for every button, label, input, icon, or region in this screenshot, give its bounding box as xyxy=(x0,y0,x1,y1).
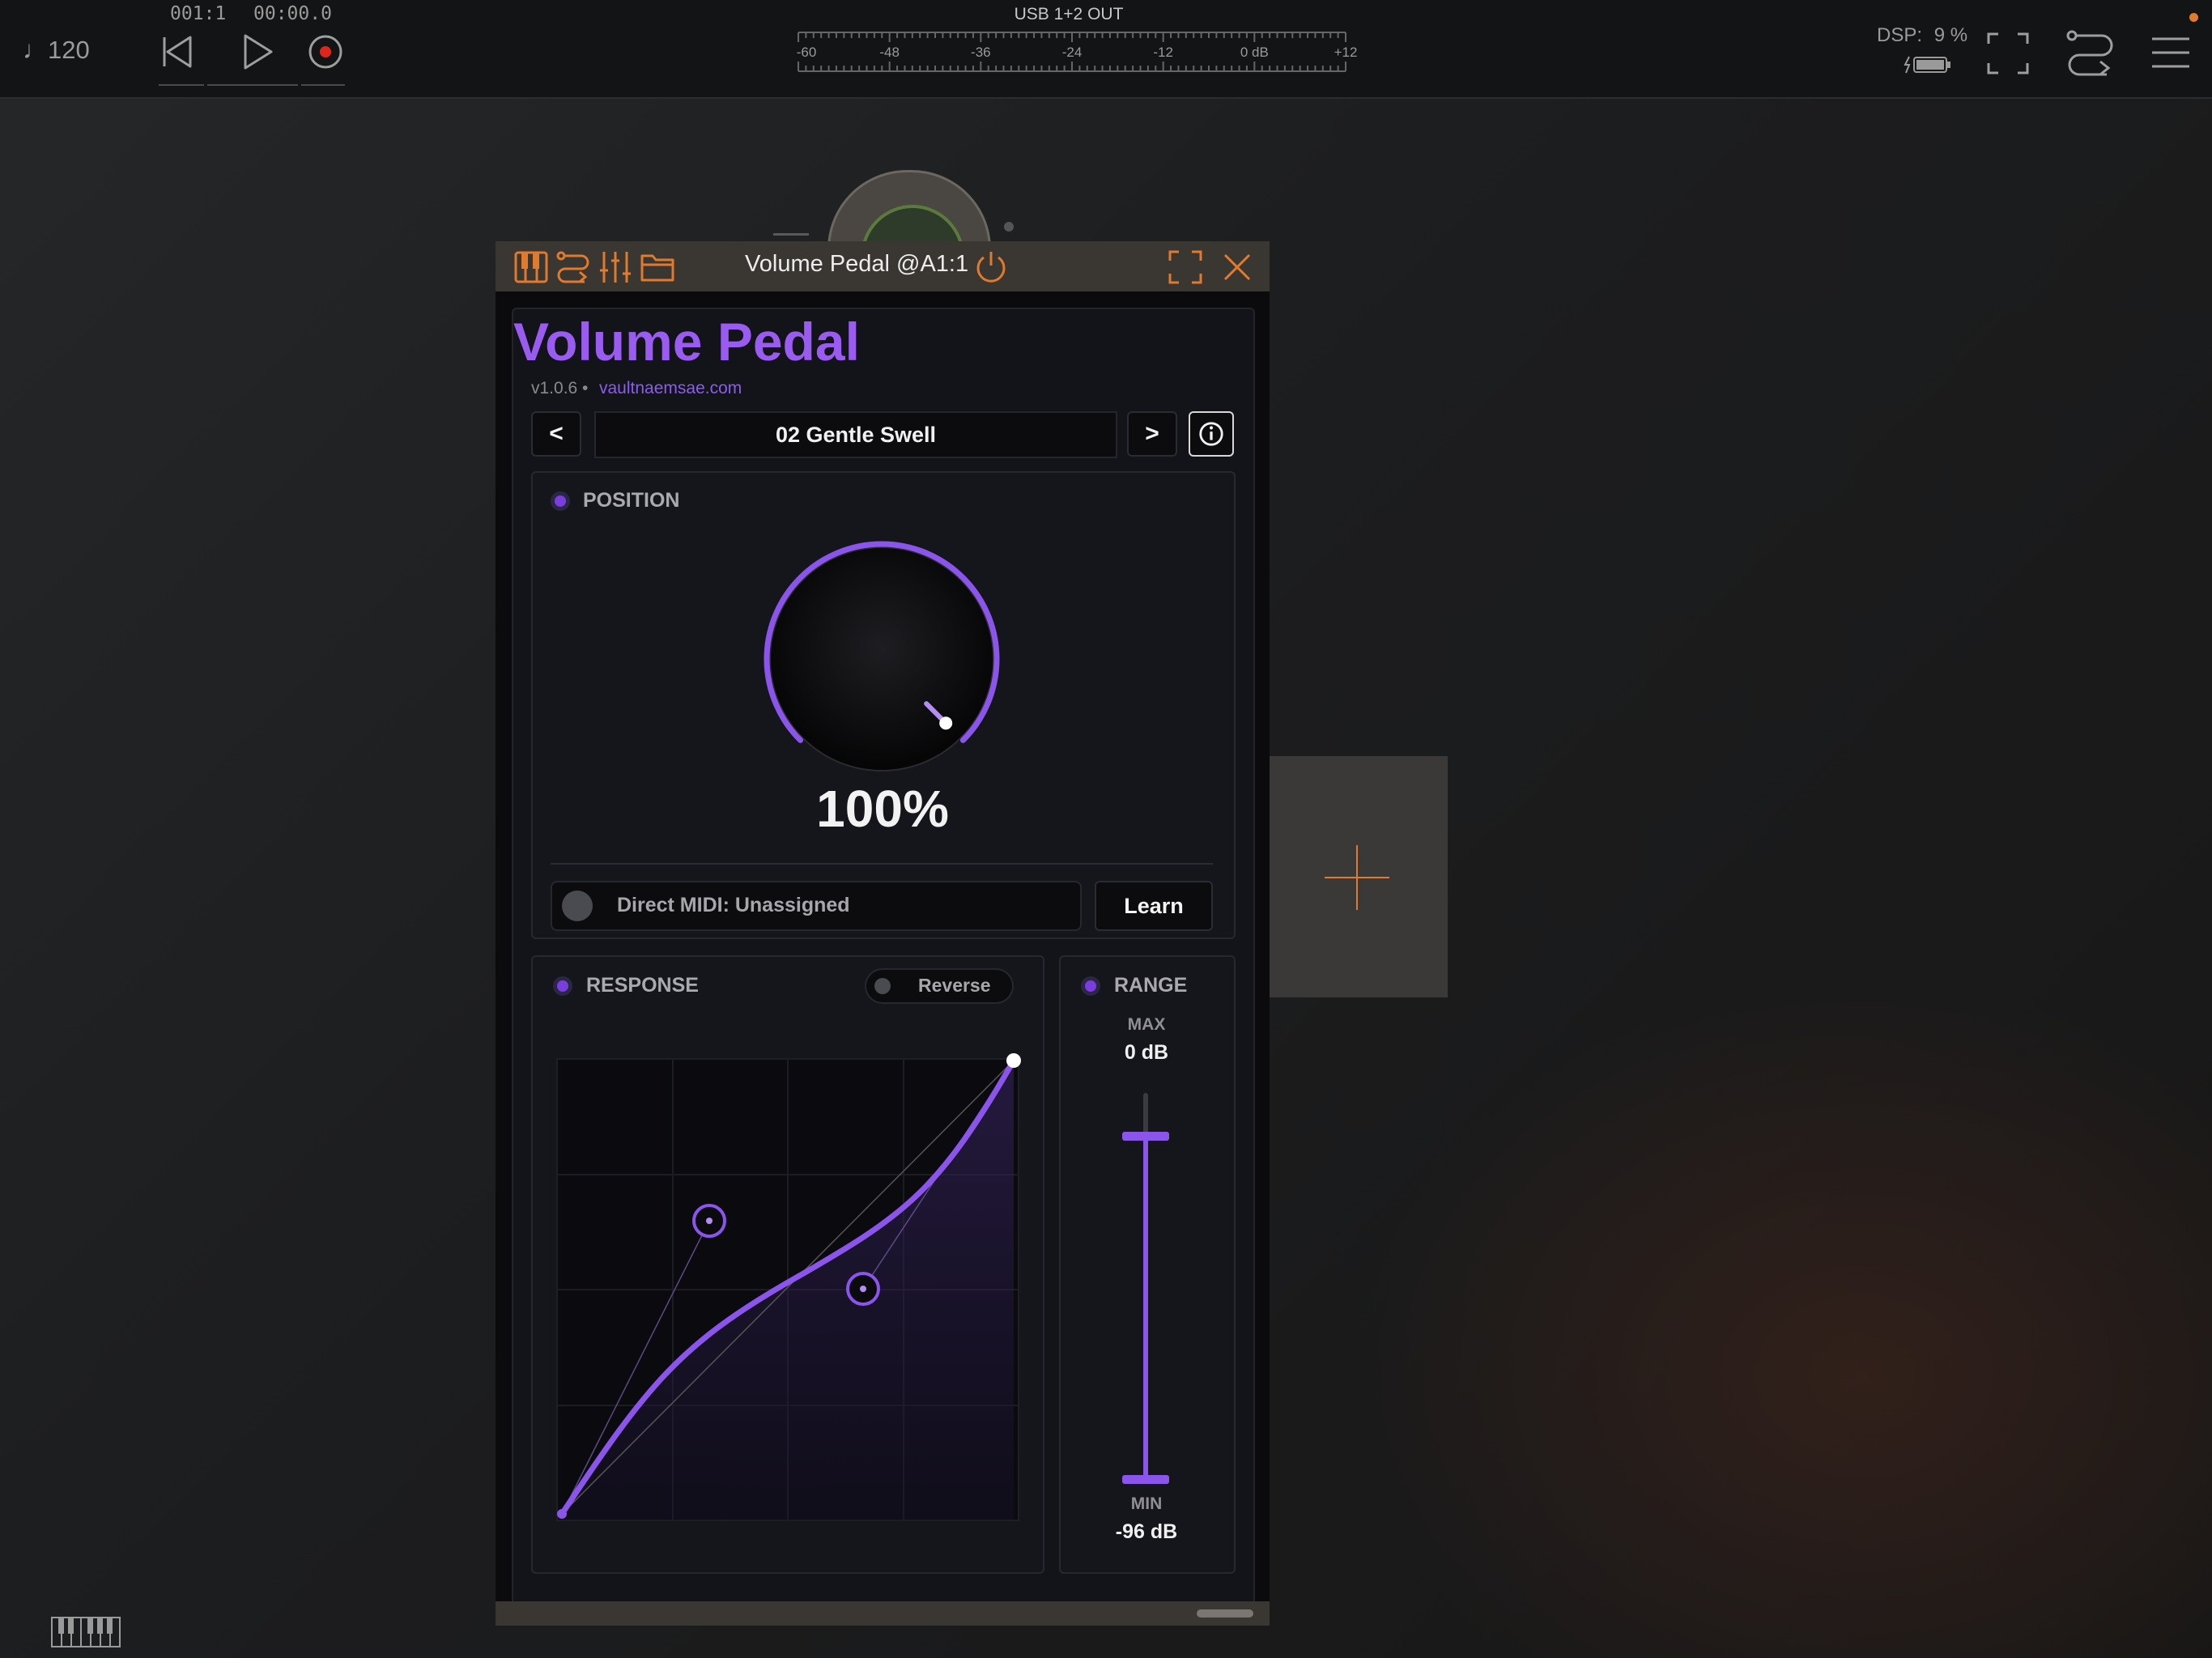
battery-icon xyxy=(1903,53,1955,76)
meter-scale-label: +12 xyxy=(1334,45,1358,60)
node-port[interactable] xyxy=(1004,222,1014,232)
add-icon xyxy=(1325,845,1389,910)
plugin-name: Volume Pedal xyxy=(513,312,860,372)
meter-scale-label: -36 xyxy=(971,45,991,60)
piano-icon xyxy=(514,251,548,283)
range-max-label: MAX xyxy=(1127,1015,1166,1034)
range-slider[interactable] xyxy=(1109,1085,1182,1490)
response-indicator xyxy=(557,980,568,992)
add-plugin-tile[interactable] xyxy=(1270,756,1448,997)
fullscreen-button[interactable] xyxy=(1985,31,2031,76)
record-button[interactable] xyxy=(303,29,348,74)
range-min-handle[interactable] xyxy=(1122,1475,1169,1484)
notification-dot xyxy=(2189,13,2198,22)
peak-left: -∞ xyxy=(1359,27,1360,45)
position-indicator xyxy=(555,495,566,507)
time-position: 00:00.0 xyxy=(253,3,332,24)
meter-scale-label: -48 xyxy=(879,45,900,60)
folder-button[interactable] xyxy=(640,249,675,285)
info-icon xyxy=(1199,422,1223,446)
routing-button[interactable] xyxy=(2065,28,2116,76)
top-toolbar: ♩120 001:1 00:00.0 USB 1+2 OUT -60 -48 -36… xyxy=(0,0,2212,99)
output-label: USB 1+2 OUT xyxy=(1014,5,1124,23)
midi-learn-button[interactable]: Learn xyxy=(1095,881,1213,931)
reverse-label: Reverse xyxy=(918,975,991,996)
next-preset-button[interactable]: > xyxy=(1127,411,1177,457)
fullscreen-icon xyxy=(1987,32,2029,74)
range-min-label: MIN xyxy=(1130,1494,1163,1513)
keyboard-icon xyxy=(51,1617,121,1647)
position-title: POSITION xyxy=(583,489,680,512)
rewind-button[interactable] xyxy=(155,29,200,74)
direct-midi-status: Direct MIDI: Unassigned xyxy=(617,894,850,916)
reverse-toggle[interactable]: Reverse xyxy=(865,968,1014,1004)
output-meter: -60 -48 -36 -24 -12 0 dB +12 -∞ -∞ xyxy=(793,24,1376,79)
power-icon xyxy=(976,252,1006,283)
position-value: 100% xyxy=(816,780,949,838)
play-icon xyxy=(244,34,273,70)
dsp-load: DSP: 9 % xyxy=(1877,24,1967,47)
plugin-window-title: Volume Pedal @A1:1 xyxy=(745,251,969,277)
routing-icon xyxy=(556,251,589,283)
routing-button[interactable] xyxy=(555,249,591,285)
info-button[interactable] xyxy=(1189,411,1234,457)
response-curve-editor[interactable] xyxy=(551,1052,1028,1530)
keyboard-button[interactable] xyxy=(50,1616,121,1648)
plugin-resize-bar xyxy=(496,1601,1270,1626)
plugin-titlebar: Volume Pedal @A1:1 xyxy=(496,241,1270,291)
prev-preset-button[interactable]: < xyxy=(531,411,581,457)
tempo-display[interactable]: ♩120 xyxy=(23,36,90,65)
peak-right: -∞ xyxy=(1359,61,1360,78)
meter-scale-label: 0 dB xyxy=(1240,45,1269,60)
reverse-indicator xyxy=(874,978,891,994)
meter-scale-label: -12 xyxy=(1153,45,1173,60)
response-title: RESPONSE xyxy=(586,974,699,997)
rewind-underline xyxy=(159,84,204,86)
mixer-icon xyxy=(600,252,631,283)
mixer-button[interactable] xyxy=(598,249,633,285)
curve-start-point[interactable] xyxy=(557,1509,567,1519)
menu-button[interactable] xyxy=(2150,32,2191,73)
range-max-value: 0 dB xyxy=(1124,1041,1169,1064)
direct-midi-field[interactable]: Direct MIDI: Unassigned xyxy=(551,881,1082,931)
preset-selector[interactable]: 02 Gentle Swell xyxy=(594,411,1117,458)
fullscreen-button[interactable] xyxy=(1168,249,1203,285)
control-handle-1[interactable] xyxy=(692,1204,726,1238)
power-button[interactable] xyxy=(973,249,1009,285)
position-divider xyxy=(551,863,1213,865)
midi-status-indicator xyxy=(562,891,593,921)
meter-scale-label: -24 xyxy=(1062,45,1083,60)
range-max-handle[interactable] xyxy=(1122,1132,1169,1141)
folder-icon xyxy=(640,254,674,282)
record-icon xyxy=(308,35,342,69)
range-indicator xyxy=(1085,980,1096,992)
play-button[interactable] xyxy=(234,29,279,74)
plugin-version: v1.0.6 • xyxy=(531,379,589,397)
node-connector xyxy=(773,233,809,236)
resize-handle[interactable] xyxy=(1197,1609,1253,1618)
close-icon xyxy=(1223,253,1251,281)
routing-icon xyxy=(2066,30,2113,76)
range-min-value: -96 dB xyxy=(1115,1520,1178,1543)
position-knob[interactable] xyxy=(756,538,1007,789)
menu-icon xyxy=(2152,37,2189,68)
control-handle-2[interactable] xyxy=(846,1272,880,1306)
rewind-icon xyxy=(163,36,192,68)
dsp-label: DSP: xyxy=(1877,24,1923,46)
record-underline xyxy=(301,84,345,86)
range-title: RANGE xyxy=(1114,974,1188,997)
plugin-website-link[interactable]: vaultnaemsae.com xyxy=(599,379,742,398)
curve-end-point[interactable] xyxy=(1006,1053,1021,1068)
close-button[interactable] xyxy=(1219,249,1255,285)
bar-position: 001:1 xyxy=(170,3,227,24)
piano-button[interactable] xyxy=(513,249,549,285)
fullscreen-icon xyxy=(1168,250,1202,284)
dsp-value: 9 % xyxy=(1933,24,1968,46)
play-underline xyxy=(207,84,298,86)
meter-scale-label: -60 xyxy=(797,45,817,60)
